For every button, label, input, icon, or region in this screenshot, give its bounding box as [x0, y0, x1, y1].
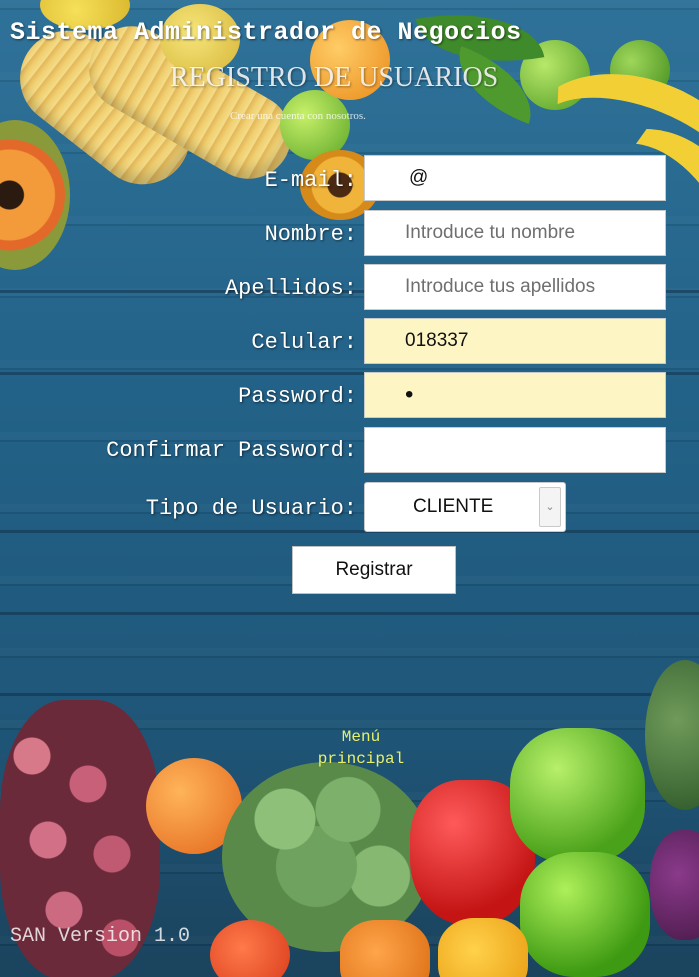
apellidos-label: Apellidos:	[224, 276, 357, 301]
celular-field[interactable]	[364, 318, 666, 364]
page-title: REGISTRO DE USUARIOS	[170, 62, 499, 93]
yellow-pepper-image	[438, 918, 528, 977]
green-pepper-image	[510, 728, 645, 863]
apellidos-field[interactable]	[364, 264, 666, 310]
registration-screen: Sistema Administrador de Negocios REGIST…	[0, 0, 699, 977]
email-field[interactable]	[364, 155, 666, 201]
cabbage-image	[650, 830, 699, 940]
avocado-image	[645, 660, 699, 810]
confirm-password-label: Confirmar Password:	[106, 438, 357, 463]
email-label: E-mail:	[264, 168, 357, 193]
nombre-label: Nombre:	[264, 222, 357, 247]
papaya-image	[0, 120, 70, 270]
password-label: Password:	[238, 384, 357, 409]
password-field[interactable]	[364, 372, 666, 418]
green-pepper-image	[520, 852, 650, 977]
user-type-selected-value: CLIENTE	[413, 496, 494, 517]
orange-pepper-image	[340, 920, 430, 977]
register-button[interactable]: Registrar	[292, 546, 456, 594]
page-tagline: Crear una cuenta con nosotros.	[230, 110, 366, 122]
plank-divider	[0, 530, 699, 533]
chevron-down-icon[interactable]: ⌄	[539, 487, 561, 527]
confirm-password-field[interactable]	[364, 427, 666, 473]
version-label: SAN Version 1.0	[10, 925, 191, 948]
app-title: Sistema Administrador de Negocios	[10, 18, 522, 47]
plank-divider	[0, 612, 699, 615]
celular-label: Celular:	[251, 330, 357, 355]
nombre-field[interactable]	[364, 210, 666, 256]
user-type-label: Tipo de Usuario:	[145, 496, 357, 521]
user-type-select[interactable]: CLIENTE ⌄	[364, 482, 566, 532]
main-menu-link[interactable]: Menú principal	[296, 726, 426, 770]
plank-divider	[0, 693, 699, 696]
